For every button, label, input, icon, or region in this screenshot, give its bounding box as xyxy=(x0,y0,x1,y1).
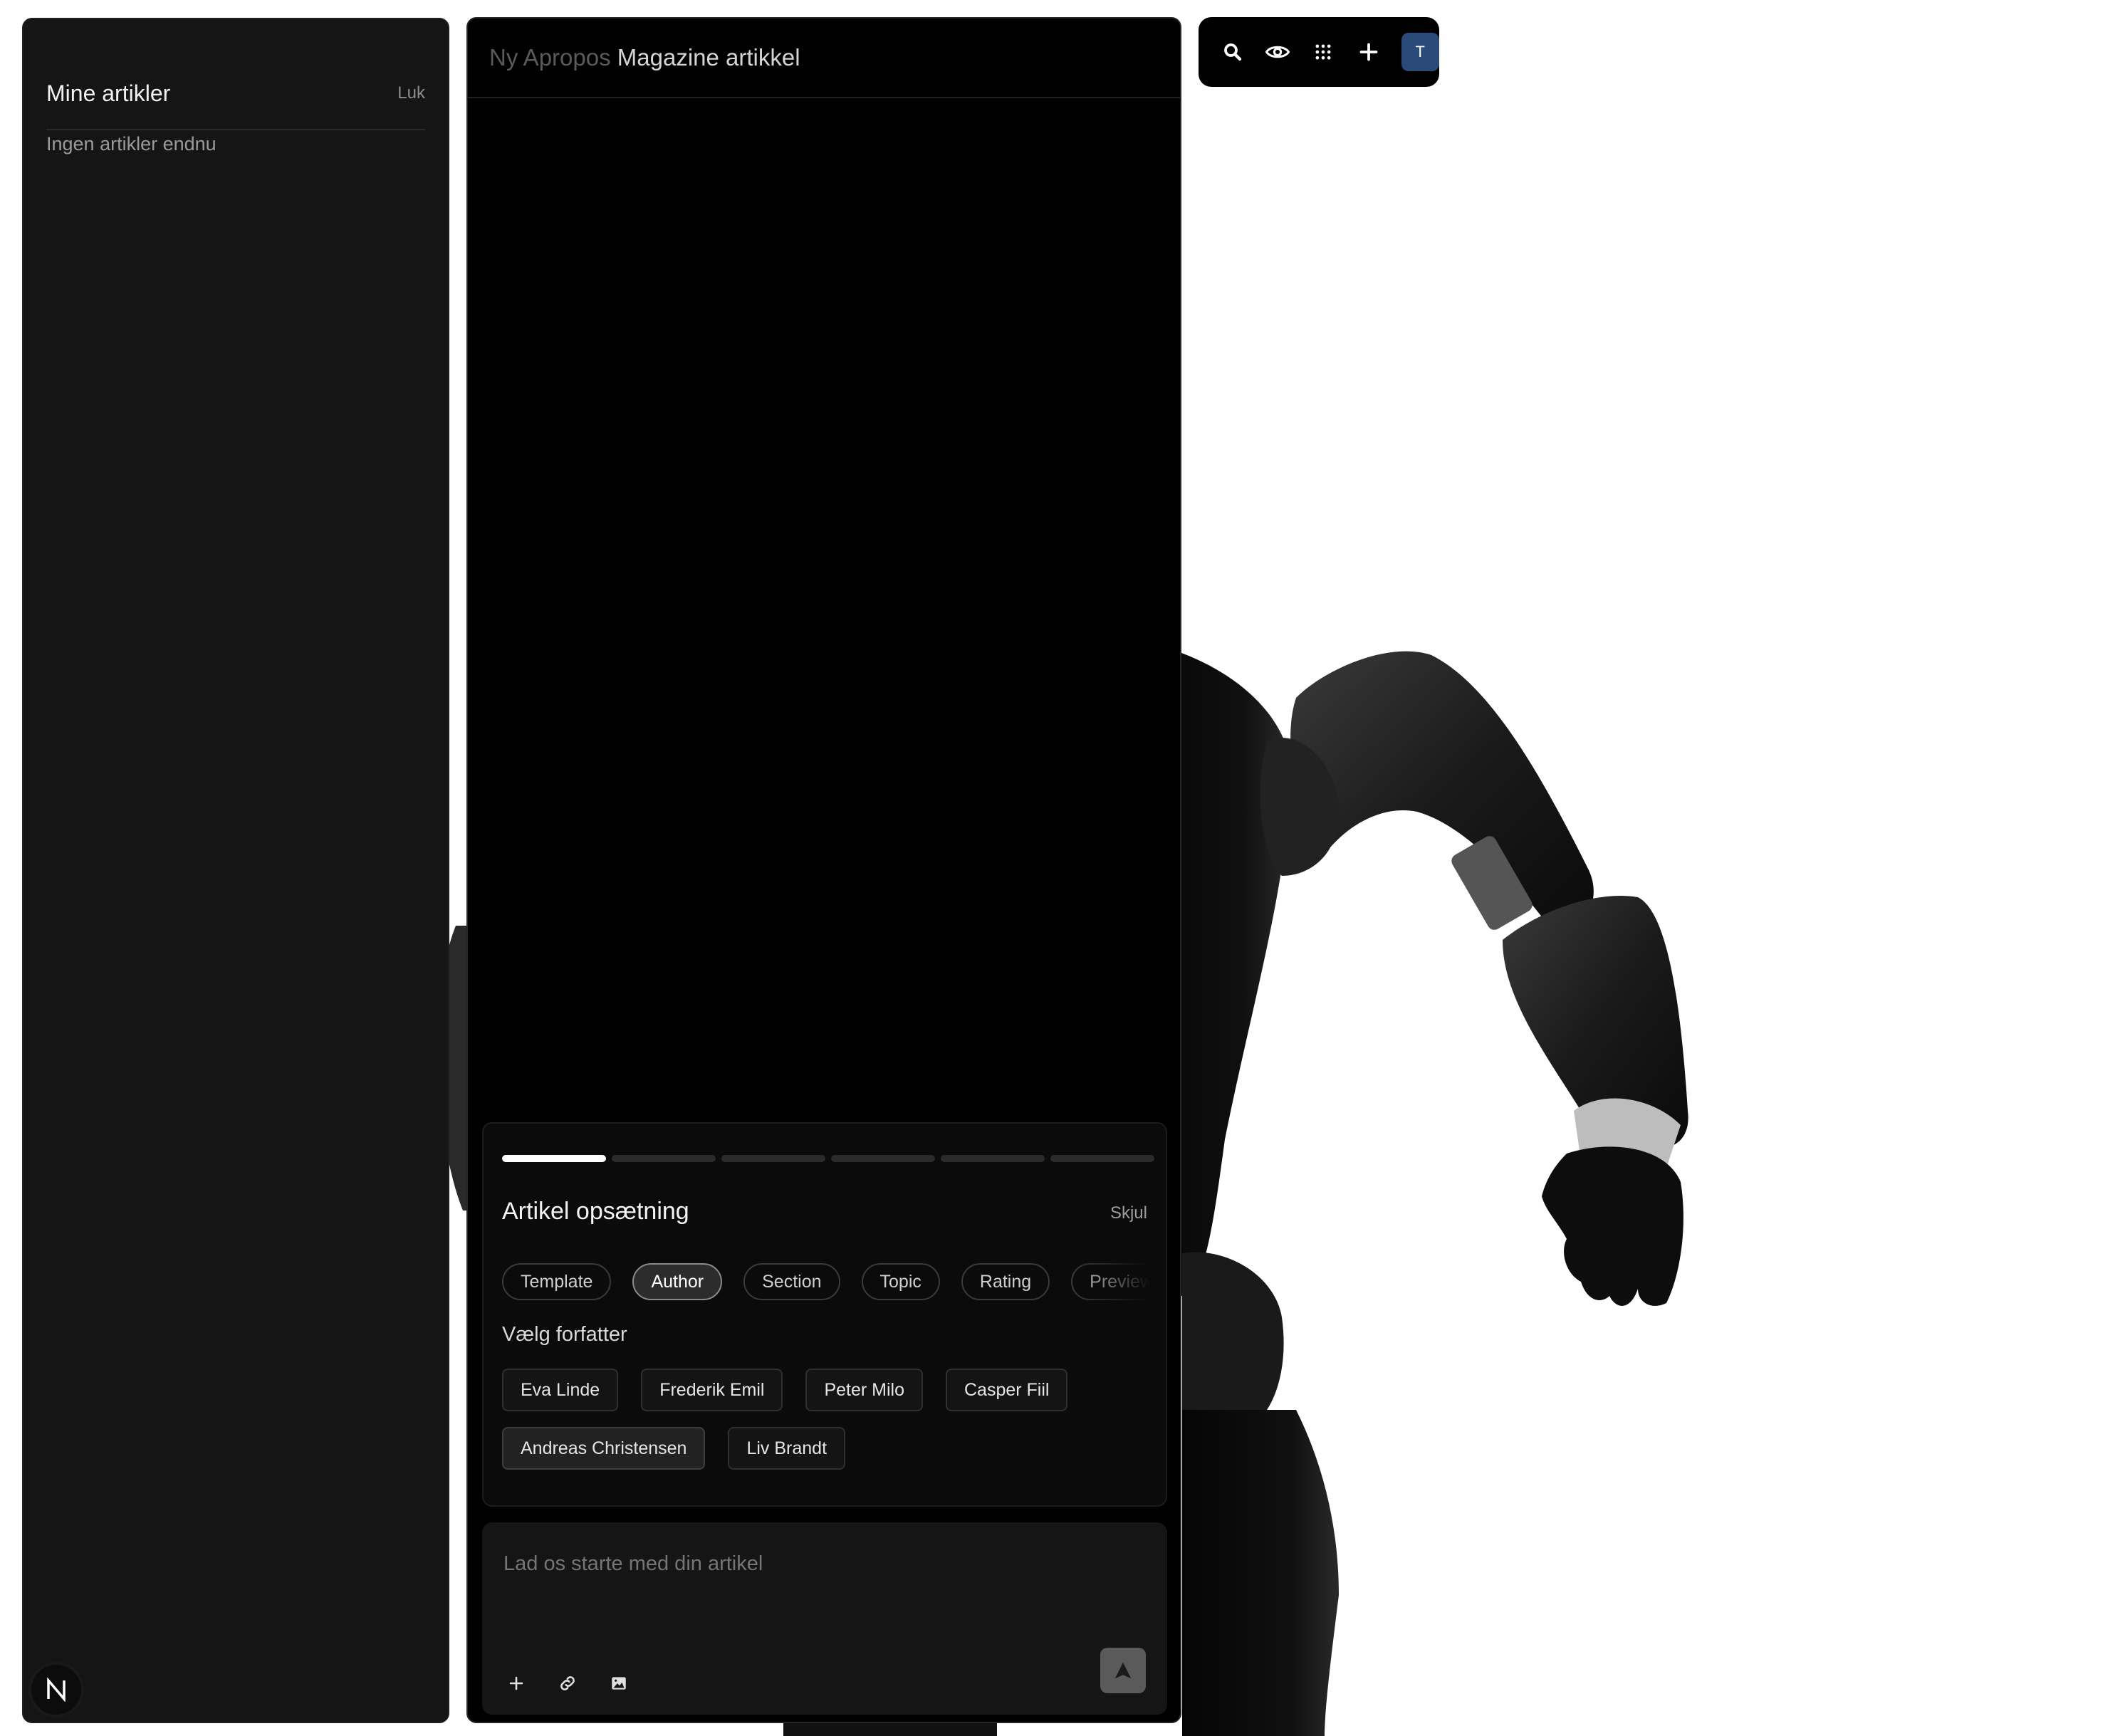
tab-topic[interactable]: Topic xyxy=(861,1263,940,1300)
search-button[interactable] xyxy=(1217,36,1248,68)
setup-tabs: Template Author Section Topic Rating Pre… xyxy=(502,1263,1150,1303)
author-option-peter-milo[interactable]: Peter Milo xyxy=(805,1369,923,1411)
eye-icon xyxy=(1265,46,1290,58)
setup-title: Artikel opsætning xyxy=(502,1198,689,1225)
progress-step xyxy=(502,1155,606,1162)
tab-section[interactable]: Section xyxy=(743,1263,840,1300)
send-button[interactable] xyxy=(1100,1648,1146,1693)
plus-icon xyxy=(509,1676,523,1690)
image-icon xyxy=(612,1677,626,1690)
tab-preview[interactable]: Preview xyxy=(1071,1263,1150,1300)
progress-step xyxy=(612,1155,716,1162)
sidebar-header: Mine artikler Luk xyxy=(46,62,425,130)
grid-icon xyxy=(1315,44,1331,60)
top-toolbar: T xyxy=(1199,17,1440,87)
composer-tools xyxy=(501,1668,635,1699)
insert-link-button[interactable] xyxy=(552,1668,583,1699)
tab-rating[interactable]: Rating xyxy=(961,1263,1050,1300)
empty-articles-text: Ingen artikler endnu xyxy=(46,133,216,155)
article-editor: Ny Apropos Magazine artikkel Artikel ops… xyxy=(466,17,1181,1723)
n-logo-icon xyxy=(47,1678,66,1702)
article-setup-card: Artikel opsætning Skjul Template Author … xyxy=(482,1122,1167,1507)
author-option-liv-brandt[interactable]: Liv Brandt xyxy=(728,1427,846,1470)
tab-template[interactable]: Template xyxy=(502,1263,612,1300)
progress-step xyxy=(831,1155,935,1162)
app-logo[interactable] xyxy=(31,1665,81,1715)
setup-progress xyxy=(502,1155,1154,1162)
send-arrow-icon xyxy=(1114,1662,1132,1679)
article-title-main: Magazine artikkel xyxy=(617,44,800,70)
link-icon xyxy=(560,1676,575,1690)
add-attachment-button[interactable] xyxy=(501,1668,532,1699)
author-option-casper-fiil[interactable]: Casper Fiil xyxy=(946,1369,1068,1411)
close-sidebar-button[interactable]: Luk xyxy=(397,83,425,103)
sidebar-title: Mine artikler xyxy=(46,80,171,106)
preview-button[interactable] xyxy=(1263,36,1294,68)
composer-input[interactable] xyxy=(503,1552,1144,1576)
author-option-andreas-christensen[interactable]: Andreas Christensen xyxy=(502,1427,706,1470)
tab-author[interactable]: Author xyxy=(632,1263,723,1300)
progress-step xyxy=(1050,1155,1154,1162)
article-composer xyxy=(482,1522,1167,1715)
author-option-frederik-emil[interactable]: Frederik Emil xyxy=(641,1369,783,1411)
apps-grid-button[interactable] xyxy=(1307,36,1339,68)
article-title[interactable]: Ny Apropos Magazine artikkel xyxy=(468,19,1180,98)
choose-author-label: Vælg forfatter xyxy=(502,1323,627,1346)
user-avatar[interactable]: T xyxy=(1401,33,1440,71)
author-option-eva-linde[interactable]: Eva Linde xyxy=(502,1369,619,1411)
search-icon xyxy=(1223,43,1241,61)
articles-sidebar: Mine artikler Luk Ingen artikler endnu xyxy=(22,18,449,1723)
progress-step xyxy=(721,1155,825,1162)
article-title-prefix: Ny Apropos xyxy=(489,44,617,70)
author-options: Eva Linde Frederik Emil Peter Milo Caspe… xyxy=(502,1369,1150,1485)
insert-image-button[interactable] xyxy=(603,1668,635,1699)
progress-step xyxy=(941,1155,1045,1162)
hide-setup-button[interactable]: Skjul xyxy=(1110,1203,1147,1223)
plus-icon xyxy=(1359,43,1378,61)
new-article-button[interactable] xyxy=(1353,36,1384,68)
